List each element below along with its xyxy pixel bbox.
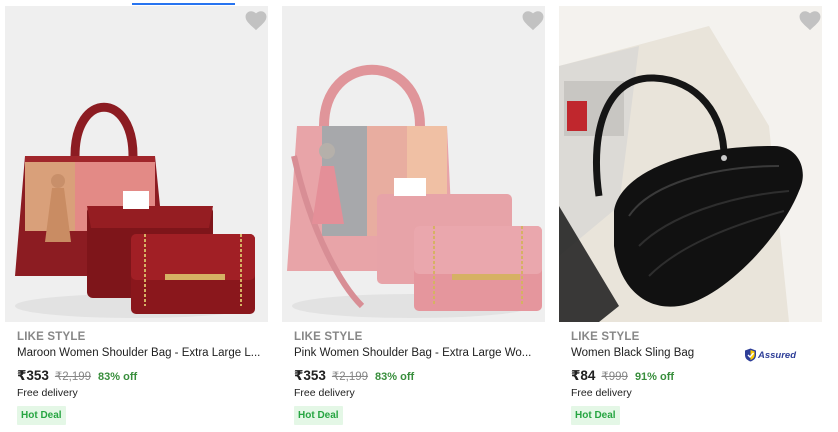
product-title[interactable]: Pink Women Shoulder Bag - Extra Large Wo… <box>294 347 539 359</box>
product-image[interactable] <box>282 6 545 322</box>
delivery-info: Free delivery <box>294 387 355 399</box>
product-brand: LIKE STYLE <box>571 331 640 343</box>
hot-deal-badge: Hot Deal <box>17 406 66 425</box>
assured-label: Assured <box>758 349 797 361</box>
wishlist-heart-icon[interactable] <box>522 11 544 31</box>
discount-percent: 83% off <box>375 371 415 383</box>
discount-percent: 91% off <box>634 371 675 383</box>
assured-badge: Assured <box>744 348 796 362</box>
product-card-maroon-bag[interactable]: LIKE STYLE Maroon Women Shoulder Bag - E… <box>0 0 277 432</box>
shield-check-icon <box>745 348 756 362</box>
product-brand: LIKE STYLE <box>17 331 86 343</box>
price-row: ₹353 ₹2,199 83% off <box>294 368 414 384</box>
selling-price: ₹84 <box>571 368 596 383</box>
price-row: ₹353 ₹2,199 83% off <box>17 368 137 384</box>
wishlist-heart-icon[interactable] <box>799 11 821 31</box>
selling-price: ₹353 <box>294 368 326 383</box>
product-image[interactable] <box>559 6 822 322</box>
hot-deal-badge: Hot Deal <box>294 406 343 425</box>
product-brand: LIKE STYLE <box>294 331 363 343</box>
product-card-pink-bag[interactable]: LIKE STYLE Pink Women Shoulder Bag - Ext… <box>277 0 554 432</box>
product-card-black-sling-bag[interactable]: LIKE STYLE Women Black Sling Bag Assured… <box>554 0 831 432</box>
discount-percent: 83% off <box>98 371 138 383</box>
original-price: ₹2,199 <box>331 371 369 383</box>
selling-price: ₹353 <box>17 368 49 383</box>
original-price: ₹999 <box>601 371 628 383</box>
hot-deal-badge: Hot Deal <box>571 406 620 425</box>
product-title[interactable]: Maroon Women Shoulder Bag - Extra Large … <box>17 347 262 359</box>
original-price: ₹2,199 <box>54 371 92 383</box>
wishlist-heart-icon[interactable] <box>245 11 267 31</box>
price-row: ₹84 ₹999 91% off <box>571 368 674 384</box>
product-image[interactable] <box>5 6 268 322</box>
delivery-info: Free delivery <box>17 387 78 399</box>
delivery-info: Free delivery <box>571 387 632 399</box>
